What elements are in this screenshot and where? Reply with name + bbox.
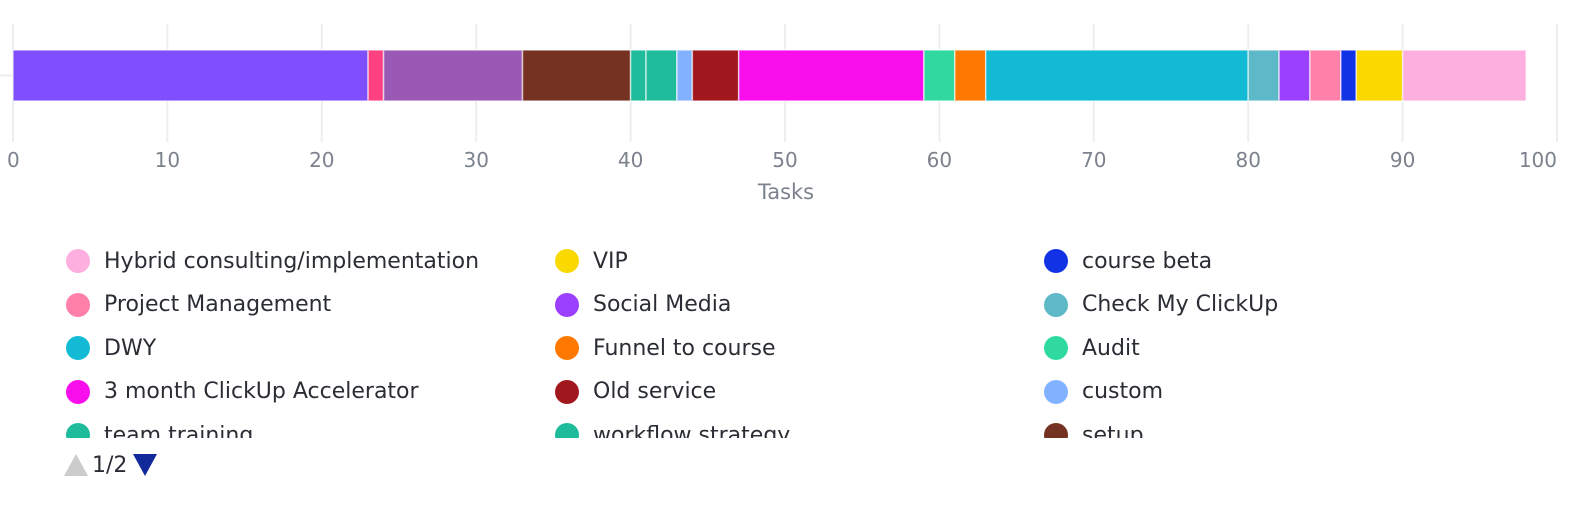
x-tick-label: 70: [1081, 148, 1106, 172]
legend-item[interactable]: Social Media: [555, 288, 731, 322]
bar-segment[interactable]: VIP: 3: [1355, 49, 1404, 102]
legend-label: Audit: [1082, 335, 1140, 361]
bar-segment[interactable]: workflow strategy: 2: [645, 49, 678, 102]
legend-label: setup: [1082, 422, 1144, 439]
x-tick-label: 50: [772, 148, 797, 172]
legend-item[interactable]: Hybrid consulting/implementation: [66, 244, 479, 278]
legend-color-dot: [555, 379, 579, 404]
legend-item[interactable]: Project Management: [66, 288, 331, 322]
bar-segment[interactable]: Audit: 2: [923, 49, 956, 102]
legend-label: Funnel to course: [593, 335, 776, 361]
legend-item[interactable]: Audit: [1044, 331, 1140, 365]
legend-item[interactable]: Old service: [555, 375, 716, 409]
x-axis-title: Tasks: [757, 180, 814, 204]
legend-label: team training: [104, 422, 254, 439]
legend-color-dot: [66, 423, 90, 438]
bar-segment[interactable]: course beta: 1: [1340, 49, 1358, 102]
x-tick-label: 90: [1390, 148, 1415, 172]
legend-item[interactable]: VIP: [555, 244, 628, 278]
legend-color-dot: [66, 292, 90, 317]
bar-segment[interactable]: Project Management: 2: [1309, 49, 1342, 102]
x-tick-label: 10: [155, 148, 180, 172]
legend-label: course beta: [1082, 248, 1213, 274]
bar-segment[interactable]: 3 month ClickUp Accelerator: 12: [737, 49, 925, 102]
legend-item[interactable]: 3 month ClickUp Accelerator: [66, 375, 419, 409]
triangle-up-icon[interactable]: [64, 454, 88, 476]
x-axis-ticks: 0 10 20 30 40 50 60 70 80 90 100: [7, 148, 1557, 172]
legend-label: workflow strategy: [593, 422, 791, 439]
x-tick-label: 80: [1235, 148, 1260, 172]
legend-color-dot: [1044, 292, 1068, 317]
legend-label: custom: [1082, 379, 1164, 404]
bar-segment[interactable]: DWY: 17: [984, 49, 1249, 102]
x-tick-label: 30: [463, 148, 488, 172]
legend-item[interactable]: DWY: [66, 331, 156, 365]
bar-segment[interactable]: Funnel to course: 2: [954, 49, 987, 102]
legend-label: VIP: [593, 248, 628, 274]
stacked-bar-chart: (page 2 item A): 23(page 2 item B): 1(pa…: [0, 24, 1558, 204]
legend-label: Social Media: [593, 292, 732, 317]
legend-item[interactable]: team training: [66, 418, 253, 438]
x-tick-label: 40: [618, 148, 643, 172]
bar-segment[interactable]: (page 2 item B): 1: [367, 49, 385, 102]
legend-label: Project Management: [104, 292, 332, 317]
bar-segment[interactable]: Hybrid consulting/implementation: 8: [1401, 49, 1527, 102]
legend-color-dot: [66, 379, 90, 404]
legend-color-dot: [555, 423, 579, 438]
legend-color-dot: [66, 336, 90, 360]
legend-label: Check My ClickUp: [1082, 292, 1279, 317]
legend-color-dot: [1044, 249, 1068, 273]
legend-color-dot: [1044, 423, 1068, 438]
x-tick-label: 20: [309, 148, 334, 172]
legend-item[interactable]: Funnel to course: [555, 331, 776, 365]
bar-segment[interactable]: Social Media: 2: [1278, 49, 1311, 102]
legend-label: Old service: [593, 379, 717, 404]
legend-color-dot: [66, 249, 90, 273]
legend-item[interactable]: Check My ClickUp: [1044, 288, 1278, 322]
x-tick-label: 0: [7, 148, 20, 172]
legend-page-indicator: 1/2: [92, 452, 128, 478]
bar-segment[interactable]: (page 2 item C): 9: [382, 49, 524, 102]
bar-segment[interactable]: (page 2 item A): 23: [12, 49, 369, 102]
legend-item[interactable]: custom: [1044, 375, 1163, 409]
legend-color-dot: [1044, 336, 1068, 360]
legend-item[interactable]: workflow strategy: [555, 418, 790, 438]
legend: Hybrid consulting/implementation VIP cours…: [66, 244, 1546, 438]
legend-color-dot: [1044, 379, 1068, 404]
bar-segment[interactable]: team training: 1: [629, 49, 647, 102]
legend-color-dot: [555, 249, 579, 273]
legend-item[interactable]: course beta: [1044, 244, 1212, 278]
bar-segments: (page 2 item A): 23(page 2 item B): 1(pa…: [12, 49, 1527, 102]
bar-segment[interactable]: Old service: 3: [691, 49, 740, 102]
legend-label: Hybrid consulting/implementation: [104, 248, 480, 274]
x-tick-label: 60: [927, 148, 952, 172]
legend-pager: 1/2: [64, 450, 158, 480]
legend-item[interactable]: setup: [1044, 418, 1144, 438]
bar-segment[interactable]: custom: 1: [676, 49, 694, 102]
legend-label: DWY: [104, 335, 157, 361]
legend-color-dot: [555, 336, 579, 360]
bar-segment[interactable]: setup: 7: [521, 49, 632, 102]
legend-label: 3 month ClickUp Accelerator: [104, 379, 419, 404]
legend-color-dot: [555, 292, 579, 317]
triangle-down-icon[interactable]: [133, 454, 158, 476]
x-tick-label: 100: [1519, 148, 1557, 172]
bar-segment[interactable]: Check My ClickUp: 2: [1247, 49, 1280, 102]
